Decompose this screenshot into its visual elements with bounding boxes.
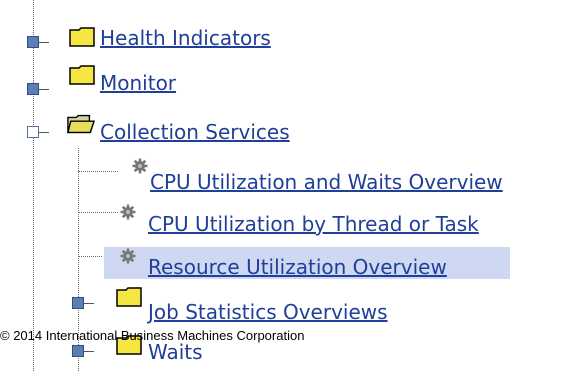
gear-icon — [120, 248, 136, 264]
tree-item-label[interactable]: Resource Utilization Overview — [148, 255, 447, 279]
tree-item-label[interactable]: Collection Services — [100, 120, 290, 144]
folder-icon — [69, 27, 95, 47]
folder-icon — [69, 65, 95, 85]
collapse-toggle[interactable] — [27, 126, 49, 138]
open-folder-icon — [67, 114, 95, 134]
tree-item-label[interactable]: Job Statistics Overviews — [148, 300, 388, 324]
tree-connector — [78, 212, 118, 213]
tree-item-label[interactable]: Health Indicators — [100, 26, 271, 50]
expand-toggle[interactable] — [27, 83, 49, 95]
tree-item-label[interactable]: Monitor — [100, 71, 176, 95]
gear-icon — [120, 204, 136, 220]
copyright-text: © 2014 International Business Machines C… — [0, 328, 305, 343]
tree-connector — [78, 171, 118, 172]
expand-toggle[interactable] — [72, 297, 94, 309]
expand-toggle[interactable] — [72, 345, 94, 357]
tree-item-label[interactable]: CPU Utilization by Thread or Task — [148, 212, 479, 236]
tree-guide-line — [33, 0, 34, 371]
folder-icon — [116, 287, 142, 307]
expand-toggle[interactable] — [27, 36, 49, 48]
tree-item-label[interactable]: Waits — [148, 340, 203, 364]
tree-item-label[interactable]: CPU Utilization and Waits Overview — [150, 170, 503, 194]
tree-connector — [78, 256, 102, 257]
gear-icon — [132, 158, 148, 174]
